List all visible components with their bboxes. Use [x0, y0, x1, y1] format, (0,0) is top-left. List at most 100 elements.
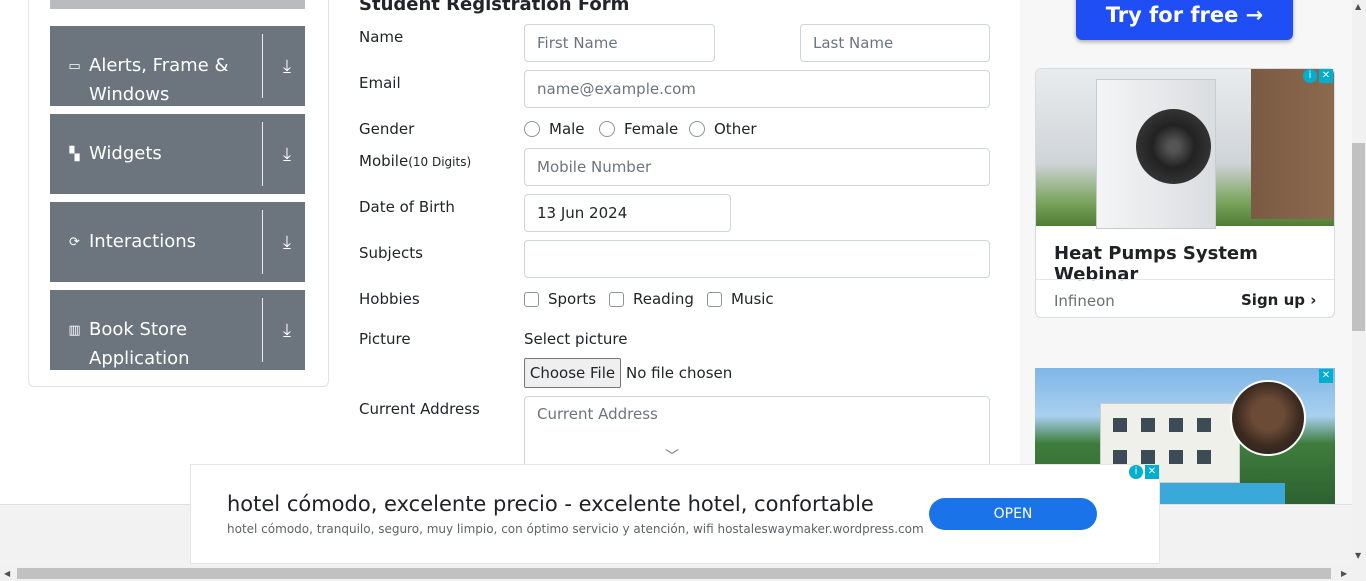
sidebar-group-label: Book Store — [89, 319, 188, 340]
book-icon: ▥ — [68, 323, 81, 338]
ad-close-icon[interactable]: ✕ — [1319, 369, 1333, 383]
window-shape — [1141, 418, 1155, 432]
first-name-input[interactable]: First Name — [524, 24, 715, 62]
sidebar-group-label: Alerts, Frame & — [89, 55, 229, 76]
radio-circle[interactable] — [599, 121, 615, 137]
checkbox-box[interactable] — [524, 291, 539, 307]
scroll-right-arrow-icon[interactable]: ▶ — [1341, 569, 1347, 578]
interactions-icon: ⟳ — [69, 235, 80, 250]
ad-close-icon[interactable]: ✕ — [1319, 69, 1333, 83]
open-button[interactable]: OPEN — [929, 498, 1097, 530]
sidebar-group-collapsed-bar[interactable] — [50, 0, 305, 9]
hobby-checkbox-sports[interactable]: Sports — [524, 289, 596, 309]
subjects-input[interactable] — [524, 240, 990, 278]
mobile-input[interactable]: Mobile Number — [524, 148, 990, 186]
select-picture-label: Select picture — [524, 330, 628, 348]
horizontal-scrollbar-thumb[interactable] — [17, 568, 1331, 579]
widgets-icon: ▚ — [69, 147, 80, 162]
gender-label: Gender — [359, 120, 415, 138]
checkbox-box[interactable] — [707, 291, 722, 307]
download-arrow-icon[interactable]: ⤓ — [275, 231, 299, 255]
form-title: Student Registration Form — [359, 0, 630, 15]
scroll-up-arrow-icon[interactable]: ▲ — [1355, 2, 1361, 11]
window-shape — [1141, 450, 1155, 464]
ad-brand: Infineon — [1054, 292, 1115, 310]
mobile-label-text: Mobile — [359, 152, 409, 170]
hotel-ad-headline[interactable]: hotel cómodo, excelente precio - excelen… — [227, 492, 874, 516]
window-shape — [1169, 450, 1183, 464]
radio-label: Female — [624, 120, 679, 138]
window-shape — [1113, 418, 1127, 432]
email-label: Email — [359, 74, 401, 92]
sidebar-group-label-line2: Application — [89, 348, 190, 369]
gender-radio-female[interactable]: Female — [599, 119, 678, 139]
radio-label: Male — [549, 120, 585, 138]
hobby-checkbox-reading[interactable]: Reading — [609, 289, 694, 309]
window-icon: ▭ — [68, 59, 81, 74]
download-arrow-icon[interactable]: ⤓ — [275, 55, 299, 79]
sidebar-group-title: ⟳ Interactions — [66, 227, 196, 257]
ad-info-icon[interactable]: i — [1129, 465, 1143, 479]
ad-close-icon[interactable]: ✕ — [1145, 465, 1159, 479]
divider — [262, 210, 263, 274]
checkbox-label: Sports — [548, 290, 597, 308]
divider — [262, 298, 263, 362]
mobile-label: Mobile(10 Digits) — [359, 151, 471, 172]
choose-file-button[interactable]: Choose File — [524, 358, 621, 388]
sidebar-group-book-store[interactable]: ▥ Book Store Application ⤓ — [50, 290, 305, 370]
divider — [262, 34, 263, 98]
page: ▭ Alerts, Frame & Windows ⤓ ▚ Widgets ⤓ ⟳… — [0, 0, 1366, 581]
checkbox-label: Music — [731, 290, 774, 308]
sidebar-group-title: ▥ Book Store Application — [66, 315, 190, 373]
window-shape — [1169, 418, 1183, 432]
window-shape — [1197, 418, 1211, 432]
gender-radio-other[interactable]: Other — [689, 119, 757, 139]
subjects-label: Subjects — [359, 244, 423, 262]
mobile-hint: (10 Digits) — [408, 155, 472, 169]
file-status-text: No file chosen — [626, 364, 733, 382]
dob-input[interactable]: 13 Jun 2024 — [524, 194, 731, 232]
hotel-ad-subtext: hotel cómodo, tranquilo, seguro, muy lim… — [227, 522, 924, 536]
picture-label: Picture — [359, 330, 411, 348]
scroll-left-arrow-icon[interactable]: ◀ — [4, 569, 10, 578]
sidebar-group-alerts-frame-windows[interactable]: ▭ Alerts, Frame & Windows ⤓ — [50, 26, 305, 106]
vertical-scrollbar-thumb[interactable] — [1352, 143, 1365, 331]
scroll-down-arrow-icon[interactable]: ▼ — [1355, 551, 1361, 560]
last-name-input[interactable]: Last Name — [800, 24, 990, 62]
radio-circle[interactable] — [689, 121, 705, 137]
ad-info-icon[interactable]: i — [1303, 69, 1317, 83]
current-address-label: Current Address — [359, 400, 480, 418]
pool-image — [1155, 483, 1285, 505]
window-shape — [1113, 450, 1127, 464]
hobby-checkbox-music[interactable]: Music — [707, 289, 774, 309]
sidebar-group-label: Interactions — [89, 231, 197, 252]
sidebar-group-interactions[interactable]: ⟳ Interactions ⤓ — [50, 202, 305, 282]
download-arrow-icon[interactable]: ⤓ — [275, 319, 299, 343]
radio-circle[interactable] — [524, 121, 540, 137]
divider — [262, 122, 263, 186]
gender-radio-male[interactable]: Male — [524, 119, 585, 139]
portrait-image — [1230, 380, 1306, 456]
heat-pump-ad[interactable]: Heat Pumps System Webinar Infineon Sign … — [1035, 68, 1335, 318]
sidebar-group-widgets[interactable]: ▚ Widgets ⤓ — [50, 114, 305, 194]
sign-up-label: Sign up — [1241, 291, 1305, 309]
checkbox-box[interactable] — [609, 291, 624, 307]
name-label: Name — [359, 28, 404, 46]
wall-image — [1251, 69, 1334, 219]
email-input[interactable]: name@example.com — [524, 70, 990, 108]
download-arrow-icon[interactable]: ⤓ — [275, 143, 299, 167]
window-shape — [1197, 450, 1211, 464]
sidebar-group-label-line2: Windows — [89, 84, 170, 105]
chevron-right-icon: › — [1310, 291, 1317, 309]
sidebar-group-title: ▚ Widgets — [66, 139, 162, 169]
checkbox-label: Reading — [633, 290, 694, 308]
radio-label: Other — [714, 120, 757, 138]
hotel-ad-banner[interactable]: hotel cómodo, excelente precio - excelen… — [190, 464, 1160, 564]
sidebar-group-title: ▭ Alerts, Frame & Windows — [66, 51, 229, 109]
dob-label: Date of Birth — [359, 198, 455, 216]
sidebar-group-label: Widgets — [89, 143, 162, 164]
try-for-free-button[interactable]: Try for free → — [1076, 0, 1293, 40]
sign-up-link[interactable]: Sign up › — [1241, 291, 1316, 309]
fan-image — [1136, 109, 1211, 184]
chevron-down-icon[interactable]: ﹀ — [665, 446, 679, 466]
